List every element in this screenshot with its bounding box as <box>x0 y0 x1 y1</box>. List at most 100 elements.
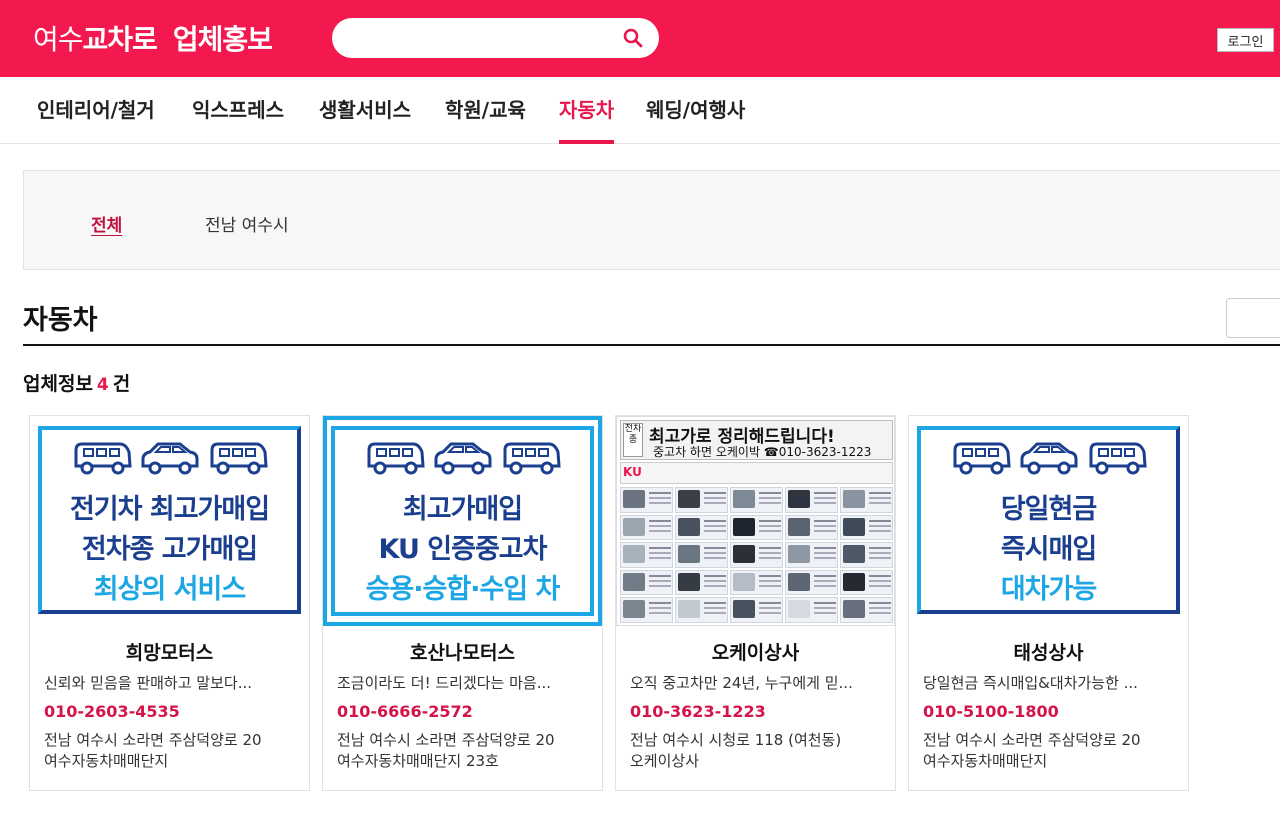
section-divider <box>23 344 1280 346</box>
car-icons <box>335 438 590 478</box>
banner-line: 승용·승합·수입 차 <box>365 574 561 605</box>
nav-item-interior[interactable]: 인테리어/철거 <box>37 77 155 143</box>
banner-line: 대차가능 <box>1000 574 1097 605</box>
car-icon <box>141 442 198 475</box>
business-name[interactable]: 태성상사 <box>909 638 1188 665</box>
address-line: 오케이상사 <box>630 752 700 770</box>
address-line: 여수자동차매매단지 23호 <box>337 752 499 770</box>
business-name[interactable]: 호산나모터스 <box>323 638 602 665</box>
search-icon[interactable] <box>621 26 645 50</box>
business-description: 신뢰와 믿음을 판매하고 말보다... <box>44 674 253 692</box>
car-photo <box>840 487 893 513</box>
nav-item-education[interactable]: 학원/교육 <box>445 77 526 143</box>
sort-select[interactable] <box>1226 298 1280 338</box>
car-photo <box>620 597 673 623</box>
car-photo <box>620 569 673 596</box>
filter-all[interactable]: 전체 <box>91 211 122 236</box>
card-thumbnail[interactable]: 당일현금 즉시매입 대차가능 <box>909 416 1188 626</box>
business-phone[interactable]: 010-2603-4535 <box>44 702 180 721</box>
business-phone[interactable]: 010-3623-1223 <box>630 702 766 721</box>
nav-item-wedding-travel[interactable]: 웨딩/여행사 <box>646 77 745 143</box>
car-photo <box>620 487 673 513</box>
banner-line: 최상의 서비스 <box>93 574 246 605</box>
car-photo <box>675 597 728 623</box>
logo-section: 업체홍보 <box>172 23 273 56</box>
card-thumbnail[interactable]: 최고가매입 KU 인증중고차 승용·승합·수입 차 <box>323 416 602 626</box>
region-filter: 전체 전남 여수시 <box>23 170 1280 270</box>
car-photo <box>785 542 838 568</box>
count-number: 4 <box>96 375 109 395</box>
ad-collage: 전차종 최고가로 정리해드립니다! 중고차 하면 오케이박 ☎010-3623-… <box>616 416 895 626</box>
car-photo <box>730 514 783 541</box>
car-photo <box>840 569 893 596</box>
address-line: 전남 여수시 소라면 주삼덕양로 20 <box>44 731 262 749</box>
ad-header: 전차종 최고가로 정리해드립니다! 중고차 하면 오케이박 ☎010-3623-… <box>620 420 893 460</box>
car-icon <box>434 442 491 475</box>
banner-line: KU 인증중고차 <box>378 534 548 565</box>
search-input[interactable] <box>350 26 610 50</box>
car-photo <box>730 487 783 513</box>
site-logo[interactable]: 여수 교차로 업체홍보 <box>33 18 273 58</box>
section-title: 자동차 <box>23 305 98 336</box>
business-address: 전남 여수시 소라면 주삼덕양로 20 여수자동차매매단지 <box>44 730 306 772</box>
address-line: 여수자동차매매단지 <box>923 752 1048 770</box>
card-thumbnail[interactable]: 전차종 최고가로 정리해드립니다! 중고차 하면 오케이박 ☎010-3623-… <box>616 416 895 626</box>
van-icon <box>74 442 132 475</box>
banner-text: 전기차 최고가매입 전차종 고가매입 최상의 서비스 <box>42 490 297 610</box>
banner-text: 당일현금 즉시매입 대차가능 <box>921 490 1176 610</box>
business-phone[interactable]: 010-5100-1800 <box>923 702 1059 721</box>
count-suffix: 건 <box>112 373 131 395</box>
car-photo <box>840 597 893 623</box>
ad-subtitle: 중고차 하면 오케이박 ☎010-3623-1223 <box>653 445 872 459</box>
car-photo <box>620 542 673 568</box>
business-card[interactable]: 당일현금 즉시매입 대차가능 태성상사 당일현금 즉시매입&대차가능한 ... … <box>908 415 1189 791</box>
nav-item-express[interactable]: 익스프레스 <box>192 77 284 143</box>
van-icon <box>210 442 268 475</box>
car-photo <box>785 487 838 513</box>
nav-item-automobile[interactable]: 자동차 <box>559 77 615 144</box>
banner-line: 최고가매입 <box>402 494 523 525</box>
business-card[interactable]: 최고가매입 KU 인증중고차 승용·승합·수입 차 호산나모터스 조금이라도 더… <box>322 415 603 791</box>
car-photo <box>675 487 728 513</box>
ad-banner: 전기차 최고가매입 전차종 고가매입 최상의 서비스 <box>38 426 301 614</box>
van-icon <box>953 442 1011 475</box>
result-count: 업체정보 4 건 <box>23 369 130 396</box>
search-bar <box>332 18 659 58</box>
banner-line: 전차종 고가매입 <box>81 534 258 565</box>
car-photo <box>620 514 673 541</box>
car-photo-grid <box>620 487 893 623</box>
business-description: 당일현금 즉시매입&대차가능한 ... <box>923 674 1138 692</box>
business-card[interactable]: 전차종 최고가로 정리해드립니다! 중고차 하면 오케이박 ☎010-3623-… <box>615 415 896 791</box>
business-card[interactable]: 전기차 최고가매입 전차종 고가매입 최상의 서비스 희망모터스 신뢰와 믿음을… <box>29 415 310 791</box>
ku-logo: KU <box>623 465 642 479</box>
nav-item-life-service[interactable]: 생활서비스 <box>319 77 411 143</box>
business-name[interactable]: 오케이상사 <box>616 638 895 665</box>
car-photo <box>785 597 838 623</box>
business-address: 전남 여수시 시청로 118 (여천동) 오케이상사 <box>630 730 892 772</box>
address-line: 전남 여수시 소라면 주삼덕양로 20 <box>337 731 555 749</box>
car-icons <box>921 438 1176 478</box>
address-line: 전남 여수시 소라면 주삼덕양로 20 <box>923 731 1141 749</box>
address-line: 여수자동차매매단지 <box>44 752 169 770</box>
login-button[interactable]: 로그인 <box>1217 28 1274 52</box>
card-thumbnail[interactable]: 전기차 최고가매입 전차종 고가매입 최상의 서비스 <box>30 416 309 626</box>
car-icon <box>1020 442 1077 475</box>
category-nav: 인테리어/철거 익스프레스 생활서비스 학원/교육 자동차 웨딩/여행사 <box>0 77 1280 144</box>
business-address: 전남 여수시 소라면 주삼덕양로 20 여수자동차매매단지 <box>923 730 1185 772</box>
business-phone[interactable]: 010-6666-2572 <box>337 702 473 721</box>
ad-info-strip: KU <box>620 462 893 484</box>
van-icon <box>503 442 561 475</box>
banner-text: 최고가매입 KU 인증중고차 승용·승합·수입 차 <box>335 490 590 610</box>
business-name[interactable]: 희망모터스 <box>30 638 309 665</box>
address-line: 전남 여수시 시청로 118 (여천동) <box>630 731 842 749</box>
business-description: 오직 중고차만 24년, 누구에게 믿... <box>630 674 853 692</box>
car-photo <box>730 597 783 623</box>
car-photo <box>785 514 838 541</box>
top-header: 여수 교차로 업체홍보 로그인 <box>0 0 1280 77</box>
car-photo <box>675 514 728 541</box>
filter-yeosu[interactable]: 전남 여수시 <box>205 211 289 236</box>
car-photo <box>840 542 893 568</box>
banner-line: 전기차 최고가매입 <box>69 494 270 525</box>
car-icons <box>42 438 297 478</box>
car-photo <box>730 569 783 596</box>
